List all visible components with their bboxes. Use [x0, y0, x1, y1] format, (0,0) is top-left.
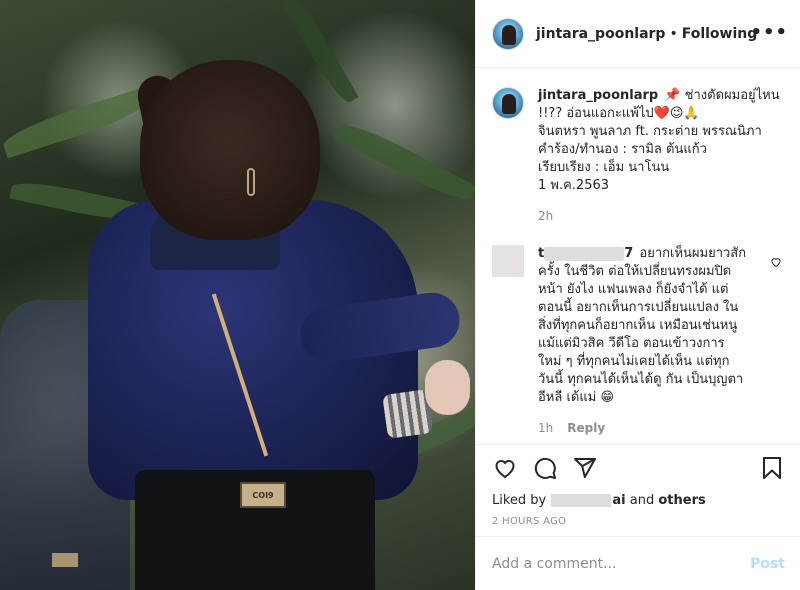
- comment-text: วันนี้ ทุกคนได้เห็นได้ดู กัน เป็นบุญตา: [538, 372, 744, 387]
- comment-line-1: t7 อยากเห็นผมยาวสัก: [538, 245, 785, 263]
- comment-text: ครั้ง ในชีวิต ต่อให้เปลี่ยนทรงผมปิด: [538, 264, 732, 279]
- liked-by: Liked by ai and others: [492, 493, 785, 508]
- hair: [140, 60, 320, 240]
- comment-like-heart-icon[interactable]: [770, 256, 782, 271]
- comment-time[interactable]: 1h: [538, 419, 553, 437]
- caption-text: !!?? อ่อนแอกะแพ้ไป❤️😉🙏: [538, 106, 700, 121]
- heart-icon[interactable]: [492, 455, 518, 481]
- liker-username-end: ai: [612, 493, 626, 508]
- caption-line-1: jintara_poonlarp 📌 ช่างตัดผมอยู่ไหน: [538, 87, 785, 105]
- blurred-username: [544, 246, 625, 261]
- others-link[interactable]: others: [658, 493, 705, 508]
- comment-text: อยากเห็นผมยาวสัก: [639, 246, 747, 261]
- reflection-belt-tag: [52, 553, 78, 567]
- share-icon[interactable]: [572, 455, 598, 481]
- caption-time[interactable]: 2h: [538, 207, 553, 225]
- header-username[interactable]: jintara_poonlarp: [536, 26, 665, 42]
- post-timestamp[interactable]: 2 HOURS AGO: [492, 516, 785, 527]
- comment-text: ใหม่ ๆ ที่ทุกคนไม่เคยได้เห็น แต่ทุก: [538, 354, 730, 369]
- bookmark-icon[interactable]: [759, 455, 785, 481]
- comment-icon[interactable]: [532, 455, 558, 481]
- caption-body: jintara_poonlarp 📌 ช่างตัดผมอยู่ไหน !!??…: [538, 87, 785, 225]
- following-button[interactable]: Following: [682, 26, 758, 42]
- caption-text: คำร้อง/ทำนอง : รามิล ต้นแก้ว: [538, 142, 707, 157]
- comment-text: สิ่งที่ทุกคนก็อยากเห็น เหมือนเช่นหนู: [538, 318, 738, 333]
- hand: [425, 360, 470, 415]
- add-comment-bar: Post: [476, 536, 800, 590]
- liker-username[interactable]: ai: [550, 493, 626, 508]
- more-options-icon[interactable]: •••: [750, 22, 788, 43]
- caption: jintara_poonlarp 📌 ช่างตัดผมอยู่ไหน !!??…: [492, 87, 785, 225]
- caption-date: 1 พ.ค.2563: [538, 178, 610, 193]
- belt-tag: COI9: [240, 482, 286, 508]
- belt-tag-text: COI9: [252, 490, 274, 500]
- blurred-liker: [551, 494, 612, 507]
- post-actions: Liked by ai and others 2 HOURS AGO: [476, 444, 800, 527]
- avatar[interactable]: [492, 17, 524, 50]
- comment-body: t7 อยากเห็นผมยาวสัก ครั้ง ในชีวิต ต่อให้…: [538, 245, 785, 437]
- post-photo[interactable]: COI9: [0, 0, 475, 590]
- comments-list[interactable]: jintara_poonlarp 📌 ช่างตัดผมอยู่ไหน !!??…: [476, 69, 800, 444]
- caption-text: จินตหรา พูนลาภ ft. กระต่าย พรรณนิภา: [538, 124, 762, 139]
- comment-text: อีหลี เด้แม่ 😁: [538, 390, 614, 405]
- comment-text: ตอนนี้ อยากเห็นการเปลี่ยนแปลง ใน: [538, 300, 739, 315]
- reply-button[interactable]: Reply: [567, 419, 605, 437]
- header-separator: •: [669, 25, 678, 42]
- caption-text: เรียบเรียง : เอ็ม นาโนน: [538, 160, 670, 175]
- instagram-post: COI9 jintara_poonlarp • Following ••• ji…: [0, 0, 800, 590]
- comment-text: แม้แต่มิวสิค วีดีโอ ตอนเข้าวงการ: [538, 336, 725, 351]
- post-button[interactable]: Post: [750, 556, 785, 572]
- post-header: jintara_poonlarp • Following •••: [476, 0, 800, 68]
- comment-item: t7 อยากเห็นผมยาวสัก ครั้ง ในชีวิต ต่อให้…: [492, 245, 785, 437]
- liked-by-label: Liked by: [492, 493, 547, 508]
- caption-time-row: 2h: [538, 207, 785, 225]
- caption-avatar[interactable]: [492, 87, 524, 119]
- and-word: and: [629, 493, 655, 508]
- caption-username[interactable]: jintara_poonlarp: [538, 88, 658, 103]
- comment-text: หน้า ยังไง แฟนเพลง ก็ยังจำได้ แต่: [538, 282, 729, 297]
- comment-username[interactable]: t7: [538, 246, 633, 261]
- post-side-panel: jintara_poonlarp • Following ••• jintara…: [475, 0, 800, 590]
- caption-text: 📌 ช่างตัดผมอยู่ไหน: [664, 88, 780, 103]
- action-icons: [492, 445, 785, 491]
- commenter-avatar[interactable]: [492, 245, 524, 277]
- comment-meta: 1h Reply: [538, 419, 785, 437]
- add-comment-input[interactable]: [492, 555, 751, 572]
- username-end: 7: [624, 246, 634, 261]
- header-text: jintara_poonlarp • Following: [536, 26, 757, 42]
- earring: [247, 168, 255, 196]
